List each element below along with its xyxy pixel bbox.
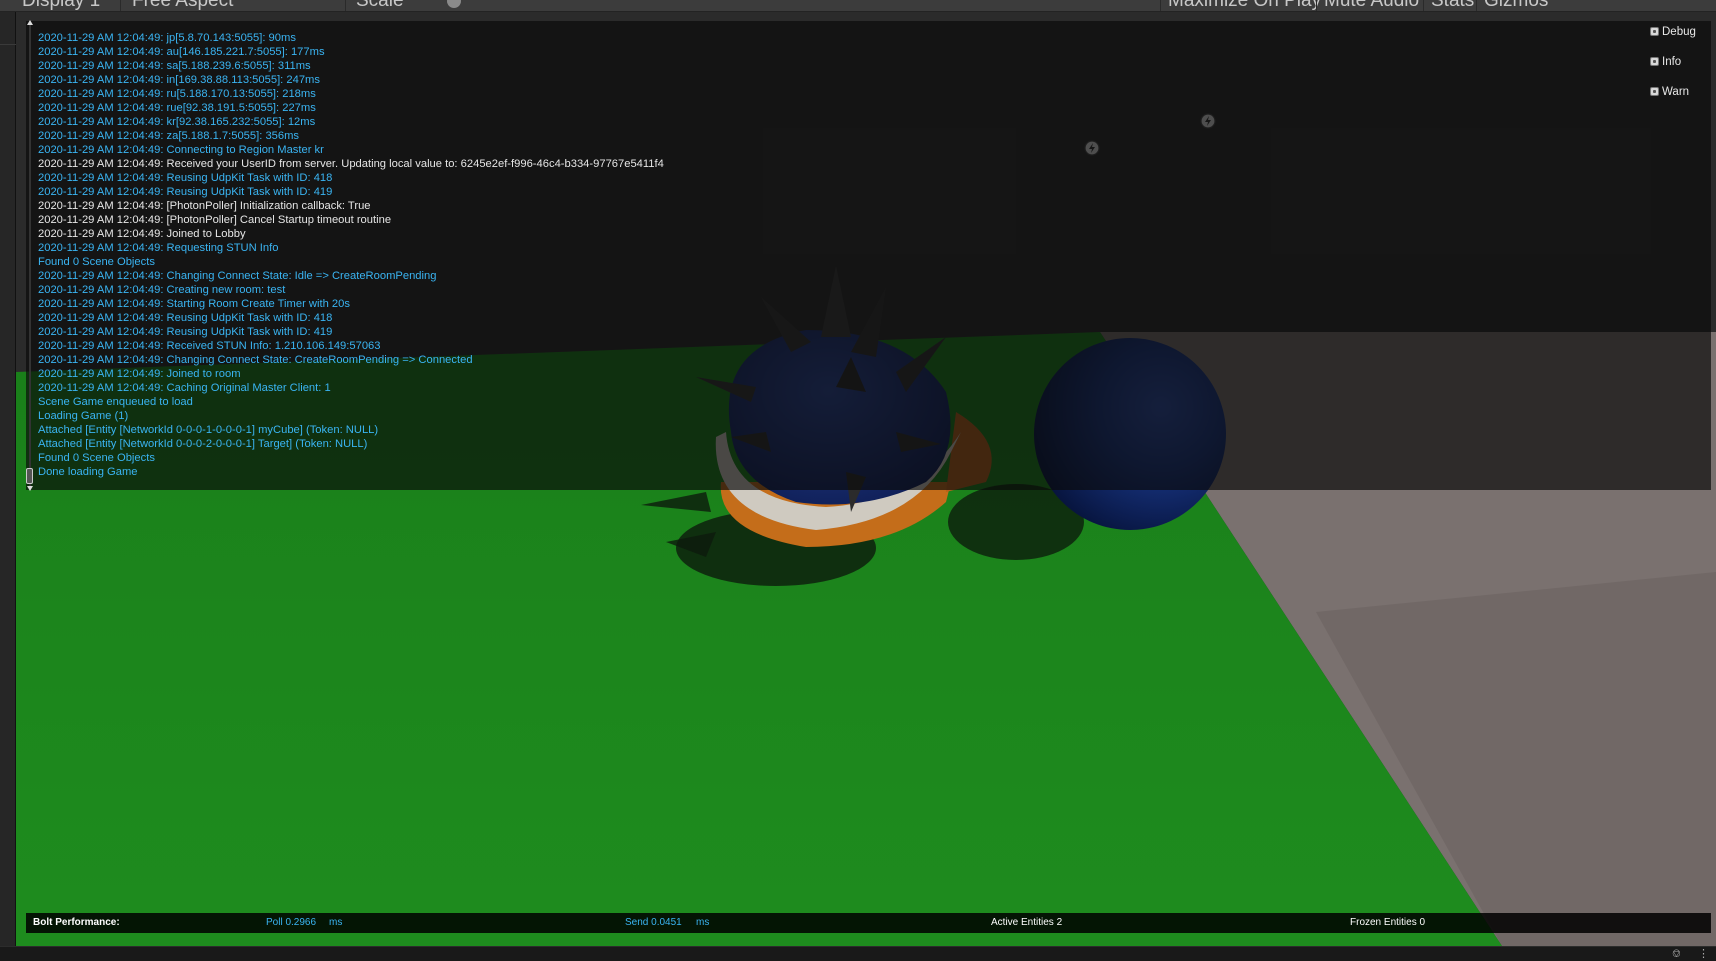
scroll-down-arrow-icon[interactable] (27, 486, 33, 491)
log-line: 2020-11-29 AM 12:04:49: ru[5.188.170.13:… (38, 88, 316, 100)
toggle-label: Info (1662, 56, 1682, 68)
log-line: Scene Game enqueued to load (38, 396, 193, 408)
log-line: 2020-11-29 AM 12:04:49: rue[92.38.191.5:… (38, 102, 316, 114)
info-level-toggle[interactable]: Info (1650, 54, 1681, 70)
log-line: Attached [Entity [NetworkId 0-0-0-2-0-0-… (38, 438, 368, 450)
editor-status-bar: ⎊ ⋮ (0, 946, 1716, 961)
game-view-toolbar: Display 1 Free Aspect Scale Maximize On … (0, 0, 1716, 12)
log-line: 2020-11-29 AM 12:04:49: Changing Connect… (38, 270, 437, 282)
toolbar-divider (1160, 0, 1161, 11)
debug-console: 2020-11-29 AM 12:04:49: jp[5.8.70.143:50… (26, 20, 1711, 491)
log-line: Found 0 Scene Objects (38, 452, 155, 464)
gizmos-dropdown[interactable]: Gizmos (1484, 0, 1548, 11)
frozen-entities: Frozen Entities 0 (1350, 917, 1426, 928)
active-entities: Active Entities 2 (991, 917, 1063, 928)
log-line: 2020-11-29 AM 12:04:49: Reusing UdpKit T… (38, 312, 333, 324)
strip-divider (0, 44, 16, 45)
log-line: 2020-11-29 AM 12:04:49: Reusing UdpKit T… (38, 326, 333, 338)
log-line: 2020-11-29 AM 12:04:49: Received your Us… (38, 158, 664, 170)
radio-icon[interactable] (1650, 87, 1659, 96)
log-line: 2020-11-29 AM 12:04:49: [PhotonPoller] C… (38, 214, 392, 226)
maximize-on-play-toggle[interactable]: Maximize On Play (1168, 0, 1321, 11)
log-line: 2020-11-29 AM 12:04:49: Joined to Lobby (38, 228, 246, 240)
log-line: 2020-11-29 AM 12:04:49: sa[5.188.239.6:5… (38, 60, 311, 72)
scrollbar-track[interactable] (29, 21, 31, 490)
log-line: 2020-11-29 AM 12:04:49: in[169.38.88.113… (38, 74, 320, 86)
toolbar-divider (1316, 0, 1317, 11)
toolbar-divider (345, 0, 346, 11)
log-line: 2020-11-29 AM 12:04:49: Caching Original… (38, 382, 331, 394)
log-line: 2020-11-29 AM 12:04:49: Received STUN In… (38, 340, 381, 352)
display-dropdown[interactable]: Display 1 (22, 0, 100, 11)
toolbar-divider (120, 0, 121, 11)
perf-label: Bolt Performance: (33, 917, 120, 928)
log-line: 2020-11-29 AM 12:04:49: za[5.188.1.7:505… (38, 130, 300, 142)
toolbar-divider (1476, 0, 1477, 11)
log-line: Attached [Entity [NetworkId 0-0-0-1-0-0-… (38, 424, 379, 436)
radio-icon[interactable] (1650, 27, 1659, 36)
more-options-icon[interactable]: ⋮ (1698, 948, 1709, 961)
log-line: 2020-11-29 AM 12:04:49: Joined to room (38, 368, 241, 380)
scrollbar-thumb[interactable] (26, 468, 33, 484)
scale-slider-handle[interactable] (447, 0, 461, 8)
log-line: 2020-11-29 AM 12:04:49: Changing Connect… (38, 354, 473, 366)
log-line: 2020-11-29 AM 12:04:49: Starting Room Cr… (38, 298, 350, 310)
log-line: Loading Game (1) (38, 410, 129, 422)
send-value: Send 0.0451 (625, 917, 682, 928)
warn-level-toggle[interactable]: Warn (1650, 84, 1689, 100)
log-line: Found 0 Scene Objects (38, 256, 155, 268)
scale-label: Scale (356, 0, 404, 11)
log-line: 2020-11-29 AM 12:04:49: kr[92.38.165.232… (38, 116, 316, 128)
aspect-dropdown[interactable]: Free Aspect (132, 0, 233, 11)
log-line: 2020-11-29 AM 12:04:49: Reusing UdpKit T… (38, 186, 333, 198)
log-line: 2020-11-29 AM 12:04:49: au[146.185.221.7… (38, 46, 325, 58)
scroll-up-arrow-icon[interactable] (27, 20, 33, 25)
poll-value: Poll 0.2966 (266, 917, 317, 928)
toolbar-divider (1423, 0, 1424, 11)
editor-left-strip (0, 12, 16, 946)
lock-icon[interactable]: ⎊ (1672, 948, 1681, 961)
bolt-performance-bar: Bolt Performance: Poll 0.2966 ms Send 0.… (26, 913, 1711, 933)
log-lines: 2020-11-29 AM 12:04:49: jp[5.8.70.143:50… (38, 31, 1598, 479)
log-line: 2020-11-29 AM 12:04:49: Creating new roo… (38, 284, 286, 296)
log-line: 2020-11-29 AM 12:04:49: Requesting STUN … (38, 242, 279, 254)
stats-toggle[interactable]: Stats (1431, 0, 1474, 11)
poll-unit: ms (329, 917, 343, 928)
mute-audio-toggle[interactable]: Mute Audio (1324, 0, 1419, 11)
console-scrollbar[interactable] (26, 20, 34, 491)
toggle-label: Debug (1662, 26, 1696, 38)
toggle-label: Warn (1662, 86, 1690, 98)
debug-level-toggle[interactable]: Debug (1650, 24, 1696, 40)
log-line: Done loading Game (38, 466, 138, 478)
log-line: 2020-11-29 AM 12:04:49: Connecting to Re… (38, 144, 324, 156)
radio-icon[interactable] (1650, 57, 1659, 66)
send-unit: ms (696, 917, 710, 928)
log-line: 2020-11-29 AM 12:04:49: jp[5.8.70.143:50… (38, 32, 296, 44)
log-line: 2020-11-29 AM 12:04:49: Reusing UdpKit T… (38, 172, 333, 184)
log-line: 2020-11-29 AM 12:04:49: [PhotonPoller] I… (38, 200, 371, 212)
